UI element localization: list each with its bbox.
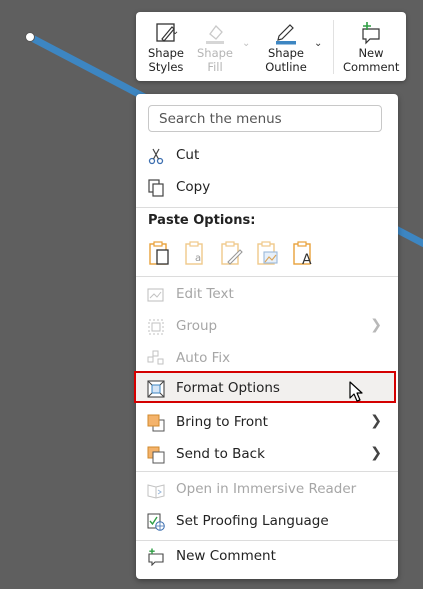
menu-item-set-proofing-language-label: Set Proofing Language <box>176 513 329 529</box>
new-comment-icon <box>358 20 384 46</box>
format-options-icon <box>147 380 165 398</box>
new-comment-toolbar-button[interactable]: New Comment <box>340 12 402 81</box>
shape-outline-chevron-icon[interactable]: ⌄ <box>314 38 322 49</box>
search-menus-input[interactable] <box>148 105 382 132</box>
menu-item-edit-text[interactable]: Edit Text <box>136 279 398 311</box>
bring-to-front-icon <box>147 414 165 432</box>
menu-item-new-comment[interactable]: New Comment <box>136 541 398 573</box>
send-to-back-icon <box>147 446 165 464</box>
shape-outline-button[interactable]: Shape Outline <box>260 12 312 81</box>
group-icon <box>147 318 165 336</box>
context-menu: Cut Copy Paste Options: a A <box>134 94 398 579</box>
menu-divider <box>136 207 398 208</box>
menu-item-immersive-reader[interactable]: Open in Immersive Reader <box>136 474 398 506</box>
menu-item-format-options-label: Format Options <box>176 380 280 396</box>
shape-styles-chevron-icon[interactable]: ⌄ <box>171 26 179 37</box>
menu-item-group[interactable]: Group ❯ <box>136 311 398 343</box>
paste-keep-source-formatting-icon[interactable] <box>148 240 172 266</box>
menu-item-edit-text-label: Edit Text <box>176 286 234 302</box>
menu-item-copy-label: Copy <box>176 179 211 195</box>
pen-outline-icon <box>273 20 299 46</box>
menu-divider <box>136 471 398 472</box>
paint-bucket-icon <box>202 20 228 46</box>
shape-fill-chevron-icon[interactable]: ⌄ <box>242 38 250 49</box>
paste-options-row: a A <box>148 240 316 268</box>
menu-item-new-comment-label: New Comment <box>176 548 276 564</box>
toolbar-divider <box>333 20 334 74</box>
menu-item-cut-label: Cut <box>176 147 200 163</box>
chevron-right-icon: ❯ <box>370 445 382 461</box>
svg-text:A: A <box>302 252 312 266</box>
menu-item-copy[interactable]: Copy <box>136 172 398 204</box>
scissors-icon <box>147 147 165 165</box>
shape-fill-label: Shape Fill <box>196 46 233 74</box>
svg-text:a: a <box>195 253 201 264</box>
new-comment-icon <box>147 548 165 567</box>
immersive-reader-icon <box>147 481 165 499</box>
menu-item-bring-to-front[interactable]: Bring to Front ❯ <box>136 407 398 439</box>
chevron-right-icon: ❯ <box>370 317 382 333</box>
edit-text-icon <box>147 286 165 304</box>
chevron-right-icon: ❯ <box>370 413 382 429</box>
shape-outline-label: Shape Outline <box>265 46 307 74</box>
menu-item-send-to-back[interactable]: Send to Back ❯ <box>136 439 398 471</box>
paste-keep-text-only-icon[interactable]: A <box>292 240 316 268</box>
paste-picture-brush-icon[interactable] <box>220 240 244 266</box>
shape-styles-label: Shape Styles <box>147 46 184 74</box>
paste-as-picture-icon[interactable] <box>256 240 280 266</box>
paste-use-destination-theme-icon[interactable]: a <box>184 240 208 266</box>
shape-styles-button[interactable]: Shape Styles <box>140 12 192 81</box>
menu-item-bring-to-front-label: Bring to Front <box>176 414 268 430</box>
line-endpoint-handle[interactable] <box>25 32 35 42</box>
menu-item-set-proofing-language[interactable]: Set Proofing Language <box>136 506 398 538</box>
paste-options-heading: Paste Options: <box>148 213 256 228</box>
proofing-language-icon <box>147 513 165 531</box>
shape-fill-button[interactable]: Shape Fill <box>192 12 238 81</box>
menu-divider <box>136 276 398 277</box>
menu-item-immersive-reader-label: Open in Immersive Reader <box>176 481 357 497</box>
menu-item-cut[interactable]: Cut <box>136 140 398 172</box>
menu-item-group-label: Group <box>176 318 218 334</box>
new-comment-toolbar-label: New Comment <box>343 46 400 74</box>
menu-item-auto-fix-label: Auto Fix <box>176 350 231 366</box>
copy-icon <box>147 179 165 197</box>
mouse-pointer-icon <box>349 381 363 402</box>
auto-fix-icon <box>147 350 165 368</box>
menu-item-send-to-back-label: Send to Back <box>176 446 265 462</box>
mini-toolbar: Shape Styles ⌄ Shape Fill ⌄ Shape Outlin… <box>136 12 406 81</box>
